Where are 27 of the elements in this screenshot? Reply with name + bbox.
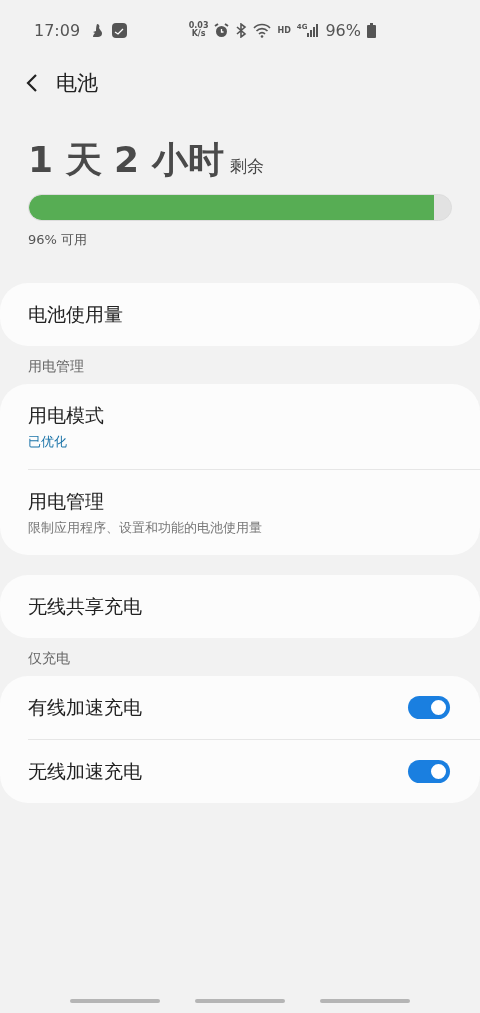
alarm-icon — [214, 22, 230, 38]
clock-time: 17:09 — [34, 20, 81, 40]
remaining-label: 剩余 — [229, 155, 264, 178]
battery-icon — [367, 22, 376, 38]
battery-percent: 96% — [325, 20, 361, 40]
hd-label: HD — [277, 25, 291, 35]
toggle-switch[interactable] — [408, 696, 450, 719]
settings-item[interactable]: 电池使用量 — [0, 283, 480, 346]
gallery-icon — [112, 22, 128, 38]
settings-item[interactable]: 有线加速充电 — [0, 676, 480, 739]
settings-item[interactable]: 用电模式 已优化 — [0, 384, 480, 469]
settings-item[interactable]: 用电管理 限制应用程序、设置和功能的电池使用量 — [28, 469, 480, 555]
signal-icon — [307, 23, 320, 37]
page-title: 电池 — [56, 70, 98, 97]
bluetooth-icon — [235, 22, 248, 38]
network-speed: 0.03 — [188, 22, 209, 30]
toggle-switch[interactable] — [408, 760, 450, 783]
remaining-time: 1 天 2 小时 — [28, 138, 224, 182]
wifi-icon — [253, 22, 272, 38]
network-speed-unit: K/s — [191, 30, 206, 38]
section-header: 仅充电 — [27, 649, 71, 668]
section-header: 用电管理 — [27, 357, 85, 376]
settings-item[interactable]: 无线加速充电 — [28, 739, 480, 803]
settings-item[interactable]: 无线共享充电 — [0, 575, 480, 638]
bird-icon — [90, 22, 105, 38]
available-percent: 96% 可用 — [28, 231, 89, 249]
back-icon — [26, 73, 38, 93]
